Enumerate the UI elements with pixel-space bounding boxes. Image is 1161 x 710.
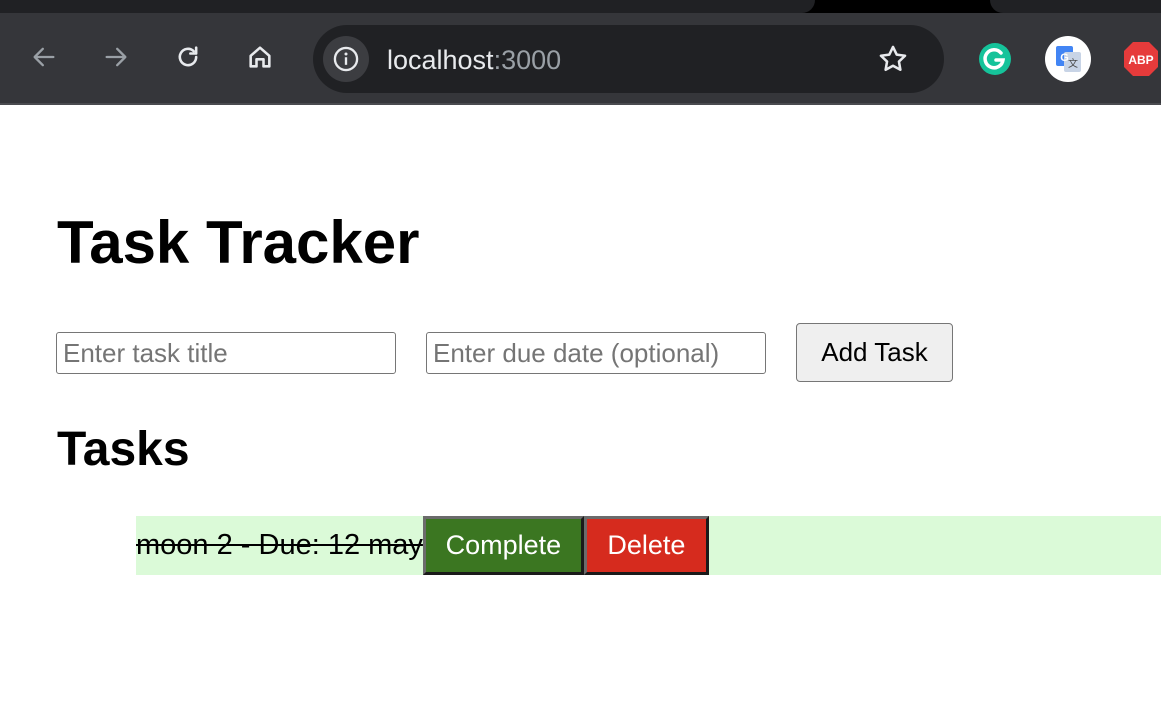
svg-text:文: 文 — [1068, 57, 1078, 70]
home-button[interactable] — [240, 37, 280, 77]
task-title-input[interactable] — [56, 332, 396, 374]
task-text: moon 2 - Due: 12 may — [136, 529, 423, 561]
google-translate-extension[interactable]: G 文 — [1045, 36, 1091, 82]
forward-arrow-icon — [105, 47, 127, 67]
forward-button[interactable] — [96, 37, 136, 77]
address-bar[interactable]: localhost:3000 — [313, 25, 944, 93]
url-host: localhost — [387, 45, 494, 75]
google-translate-icon: G 文 — [1045, 36, 1091, 82]
toolbar-divider — [0, 103, 1161, 105]
delete-button[interactable]: Delete — [583, 516, 709, 575]
abp-label: ABP — [1128, 53, 1153, 67]
bookmark-star-icon[interactable] — [876, 42, 910, 76]
grammarly-icon — [979, 43, 1011, 75]
reload-icon — [178, 46, 198, 67]
adblock-plus-extension[interactable]: ABP — [1118, 36, 1161, 82]
page-title: Task Tracker — [57, 209, 420, 276]
back-button[interactable] — [24, 37, 64, 77]
browser-tab[interactable] — [990, 0, 1161, 13]
task-item: moon 2 - Due: 12 may Complete Delete — [136, 516, 1161, 575]
home-icon — [249, 46, 271, 68]
browser-toolbar: localhost:3000 G 文 ABP — [0, 13, 1161, 105]
info-icon — [333, 46, 359, 72]
tab-strip — [0, 0, 1161, 14]
reload-button[interactable] — [168, 37, 208, 77]
grammarly-extension[interactable] — [972, 36, 1018, 82]
due-date-input[interactable] — [426, 332, 766, 374]
url-text: localhost:3000 — [387, 45, 561, 75]
adblock-plus-icon: ABP — [1124, 42, 1158, 76]
browser-tab[interactable] — [0, 0, 815, 13]
site-info-button[interactable] — [323, 36, 369, 82]
url-port: :3000 — [493, 45, 562, 75]
complete-button[interactable]: Complete — [422, 516, 584, 575]
back-arrow-icon — [33, 47, 55, 67]
tasks-heading: Tasks — [57, 423, 190, 476]
add-task-button[interactable]: Add Task — [796, 323, 953, 382]
